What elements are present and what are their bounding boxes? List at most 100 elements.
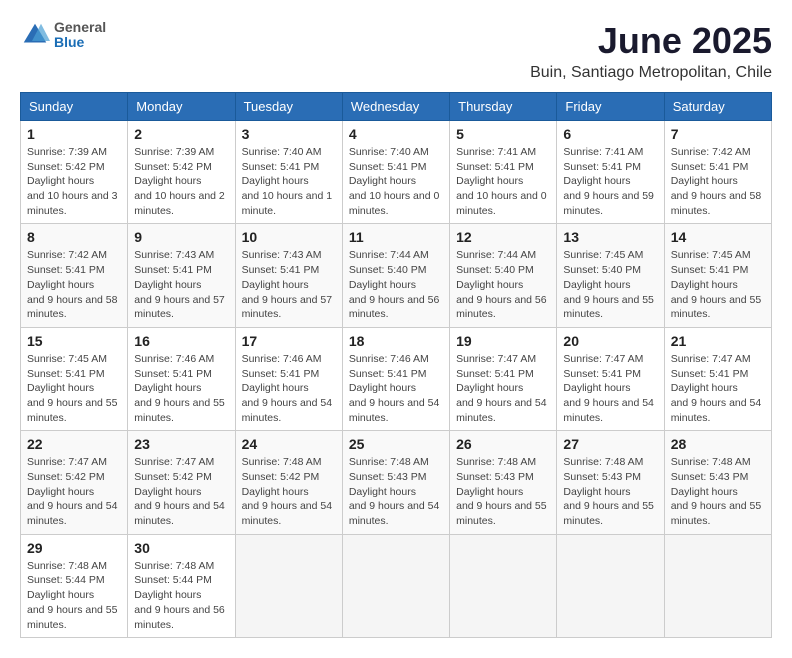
day-info: Sunrise: 7:41 AM Sunset: 5:41 PM Dayligh… [563,145,657,218]
day-info: Sunrise: 7:42 AM Sunset: 5:41 PM Dayligh… [671,145,765,218]
day-number: 25 [349,436,443,452]
day-info: Sunrise: 7:45 AM Sunset: 5:41 PM Dayligh… [27,352,121,425]
table-row [557,534,664,637]
table-row [342,534,449,637]
day-info: Sunrise: 7:47 AM Sunset: 5:41 PM Dayligh… [456,352,550,425]
table-row: 27 Sunrise: 7:48 AM Sunset: 5:43 PM Dayl… [557,431,664,534]
header-tuesday: Tuesday [235,93,342,121]
day-info: Sunrise: 7:43 AM Sunset: 5:41 PM Dayligh… [134,248,228,321]
day-number: 12 [456,229,550,245]
page-header: General Blue June 2025 Buin, Santiago Me… [20,20,772,82]
table-row: 15 Sunrise: 7:45 AM Sunset: 5:41 PM Dayl… [21,327,128,430]
table-row: 6 Sunrise: 7:41 AM Sunset: 5:41 PM Dayli… [557,121,664,224]
day-number: 6 [563,126,657,142]
header-friday: Friday [557,93,664,121]
day-number: 30 [134,540,228,556]
table-row: 26 Sunrise: 7:48 AM Sunset: 5:43 PM Dayl… [450,431,557,534]
day-number: 24 [242,436,336,452]
table-row: 30 Sunrise: 7:48 AM Sunset: 5:44 PM Dayl… [128,534,235,637]
day-info: Sunrise: 7:44 AM Sunset: 5:40 PM Dayligh… [349,248,443,321]
table-row: 28 Sunrise: 7:48 AM Sunset: 5:43 PM Dayl… [664,431,771,534]
day-info: Sunrise: 7:48 AM Sunset: 5:43 PM Dayligh… [456,455,550,528]
table-row: 5 Sunrise: 7:41 AM Sunset: 5:41 PM Dayli… [450,121,557,224]
table-row: 14 Sunrise: 7:45 AM Sunset: 5:41 PM Dayl… [664,224,771,327]
day-info: Sunrise: 7:40 AM Sunset: 5:41 PM Dayligh… [242,145,336,218]
day-number: 9 [134,229,228,245]
header-thursday: Thursday [450,93,557,121]
day-number: 19 [456,333,550,349]
table-row: 18 Sunrise: 7:46 AM Sunset: 5:41 PM Dayl… [342,327,449,430]
day-info: Sunrise: 7:47 AM Sunset: 5:42 PM Dayligh… [134,455,228,528]
table-row: 9 Sunrise: 7:43 AM Sunset: 5:41 PM Dayli… [128,224,235,327]
day-info: Sunrise: 7:39 AM Sunset: 5:42 PM Dayligh… [27,145,121,218]
day-number: 3 [242,126,336,142]
day-number: 8 [27,229,121,245]
header-sunday: Sunday [21,93,128,121]
day-info: Sunrise: 7:46 AM Sunset: 5:41 PM Dayligh… [134,352,228,425]
table-row: 16 Sunrise: 7:46 AM Sunset: 5:41 PM Dayl… [128,327,235,430]
day-info: Sunrise: 7:39 AM Sunset: 5:42 PM Dayligh… [134,145,228,218]
day-info: Sunrise: 7:41 AM Sunset: 5:41 PM Dayligh… [456,145,550,218]
day-info: Sunrise: 7:43 AM Sunset: 5:41 PM Dayligh… [242,248,336,321]
logo-blue-text: Blue [54,35,106,50]
day-info: Sunrise: 7:48 AM Sunset: 5:43 PM Dayligh… [671,455,765,528]
day-number: 1 [27,126,121,142]
header-saturday: Saturday [664,93,771,121]
table-row: 2 Sunrise: 7:39 AM Sunset: 5:42 PM Dayli… [128,121,235,224]
day-info: Sunrise: 7:48 AM Sunset: 5:43 PM Dayligh… [563,455,657,528]
day-number: 26 [456,436,550,452]
day-info: Sunrise: 7:45 AM Sunset: 5:41 PM Dayligh… [671,248,765,321]
day-number: 18 [349,333,443,349]
table-row: 21 Sunrise: 7:47 AM Sunset: 5:41 PM Dayl… [664,327,771,430]
day-number: 23 [134,436,228,452]
table-row: 22 Sunrise: 7:47 AM Sunset: 5:42 PM Dayl… [21,431,128,534]
table-row: 4 Sunrise: 7:40 AM Sunset: 5:41 PM Dayli… [342,121,449,224]
table-row: 13 Sunrise: 7:45 AM Sunset: 5:40 PM Dayl… [557,224,664,327]
header-wednesday: Wednesday [342,93,449,121]
day-number: 22 [27,436,121,452]
day-info: Sunrise: 7:44 AM Sunset: 5:40 PM Dayligh… [456,248,550,321]
day-number: 14 [671,229,765,245]
day-number: 16 [134,333,228,349]
table-row: 10 Sunrise: 7:43 AM Sunset: 5:41 PM Dayl… [235,224,342,327]
day-info: Sunrise: 7:45 AM Sunset: 5:40 PM Dayligh… [563,248,657,321]
header-monday: Monday [128,93,235,121]
day-number: 10 [242,229,336,245]
day-info: Sunrise: 7:47 AM Sunset: 5:42 PM Dayligh… [27,455,121,528]
day-number: 20 [563,333,657,349]
day-info: Sunrise: 7:48 AM Sunset: 5:43 PM Dayligh… [349,455,443,528]
title-area: June 2025 Buin, Santiago Metropolitan, C… [530,20,772,82]
day-info: Sunrise: 7:42 AM Sunset: 5:41 PM Dayligh… [27,248,121,321]
table-row: 8 Sunrise: 7:42 AM Sunset: 5:41 PM Dayli… [21,224,128,327]
table-row: 11 Sunrise: 7:44 AM Sunset: 5:40 PM Dayl… [342,224,449,327]
day-number: 27 [563,436,657,452]
day-number: 29 [27,540,121,556]
day-info: Sunrise: 7:46 AM Sunset: 5:41 PM Dayligh… [242,352,336,425]
table-row [450,534,557,637]
logo-general-text: General [54,20,106,35]
day-info: Sunrise: 7:47 AM Sunset: 5:41 PM Dayligh… [563,352,657,425]
day-number: 4 [349,126,443,142]
table-row: 25 Sunrise: 7:48 AM Sunset: 5:43 PM Dayl… [342,431,449,534]
table-row [664,534,771,637]
table-row: 24 Sunrise: 7:48 AM Sunset: 5:42 PM Dayl… [235,431,342,534]
day-number: 2 [134,126,228,142]
table-row: 29 Sunrise: 7:48 AM Sunset: 5:44 PM Dayl… [21,534,128,637]
table-row: 17 Sunrise: 7:46 AM Sunset: 5:41 PM Dayl… [235,327,342,430]
table-row: 23 Sunrise: 7:47 AM Sunset: 5:42 PM Dayl… [128,431,235,534]
day-number: 17 [242,333,336,349]
logo: General Blue [20,20,106,51]
day-info: Sunrise: 7:48 AM Sunset: 5:42 PM Dayligh… [242,455,336,528]
day-number: 21 [671,333,765,349]
day-info: Sunrise: 7:47 AM Sunset: 5:41 PM Dayligh… [671,352,765,425]
table-row: 1 Sunrise: 7:39 AM Sunset: 5:42 PM Dayli… [21,121,128,224]
day-number: 13 [563,229,657,245]
table-row: 3 Sunrise: 7:40 AM Sunset: 5:41 PM Dayli… [235,121,342,224]
logo-text: General Blue [54,20,106,51]
calendar-table: Sunday Monday Tuesday Wednesday Thursday… [20,92,772,638]
day-info: Sunrise: 7:46 AM Sunset: 5:41 PM Dayligh… [349,352,443,425]
day-info: Sunrise: 7:48 AM Sunset: 5:44 PM Dayligh… [134,559,228,632]
day-info: Sunrise: 7:40 AM Sunset: 5:41 PM Dayligh… [349,145,443,218]
day-number: 15 [27,333,121,349]
table-row: 12 Sunrise: 7:44 AM Sunset: 5:40 PM Dayl… [450,224,557,327]
